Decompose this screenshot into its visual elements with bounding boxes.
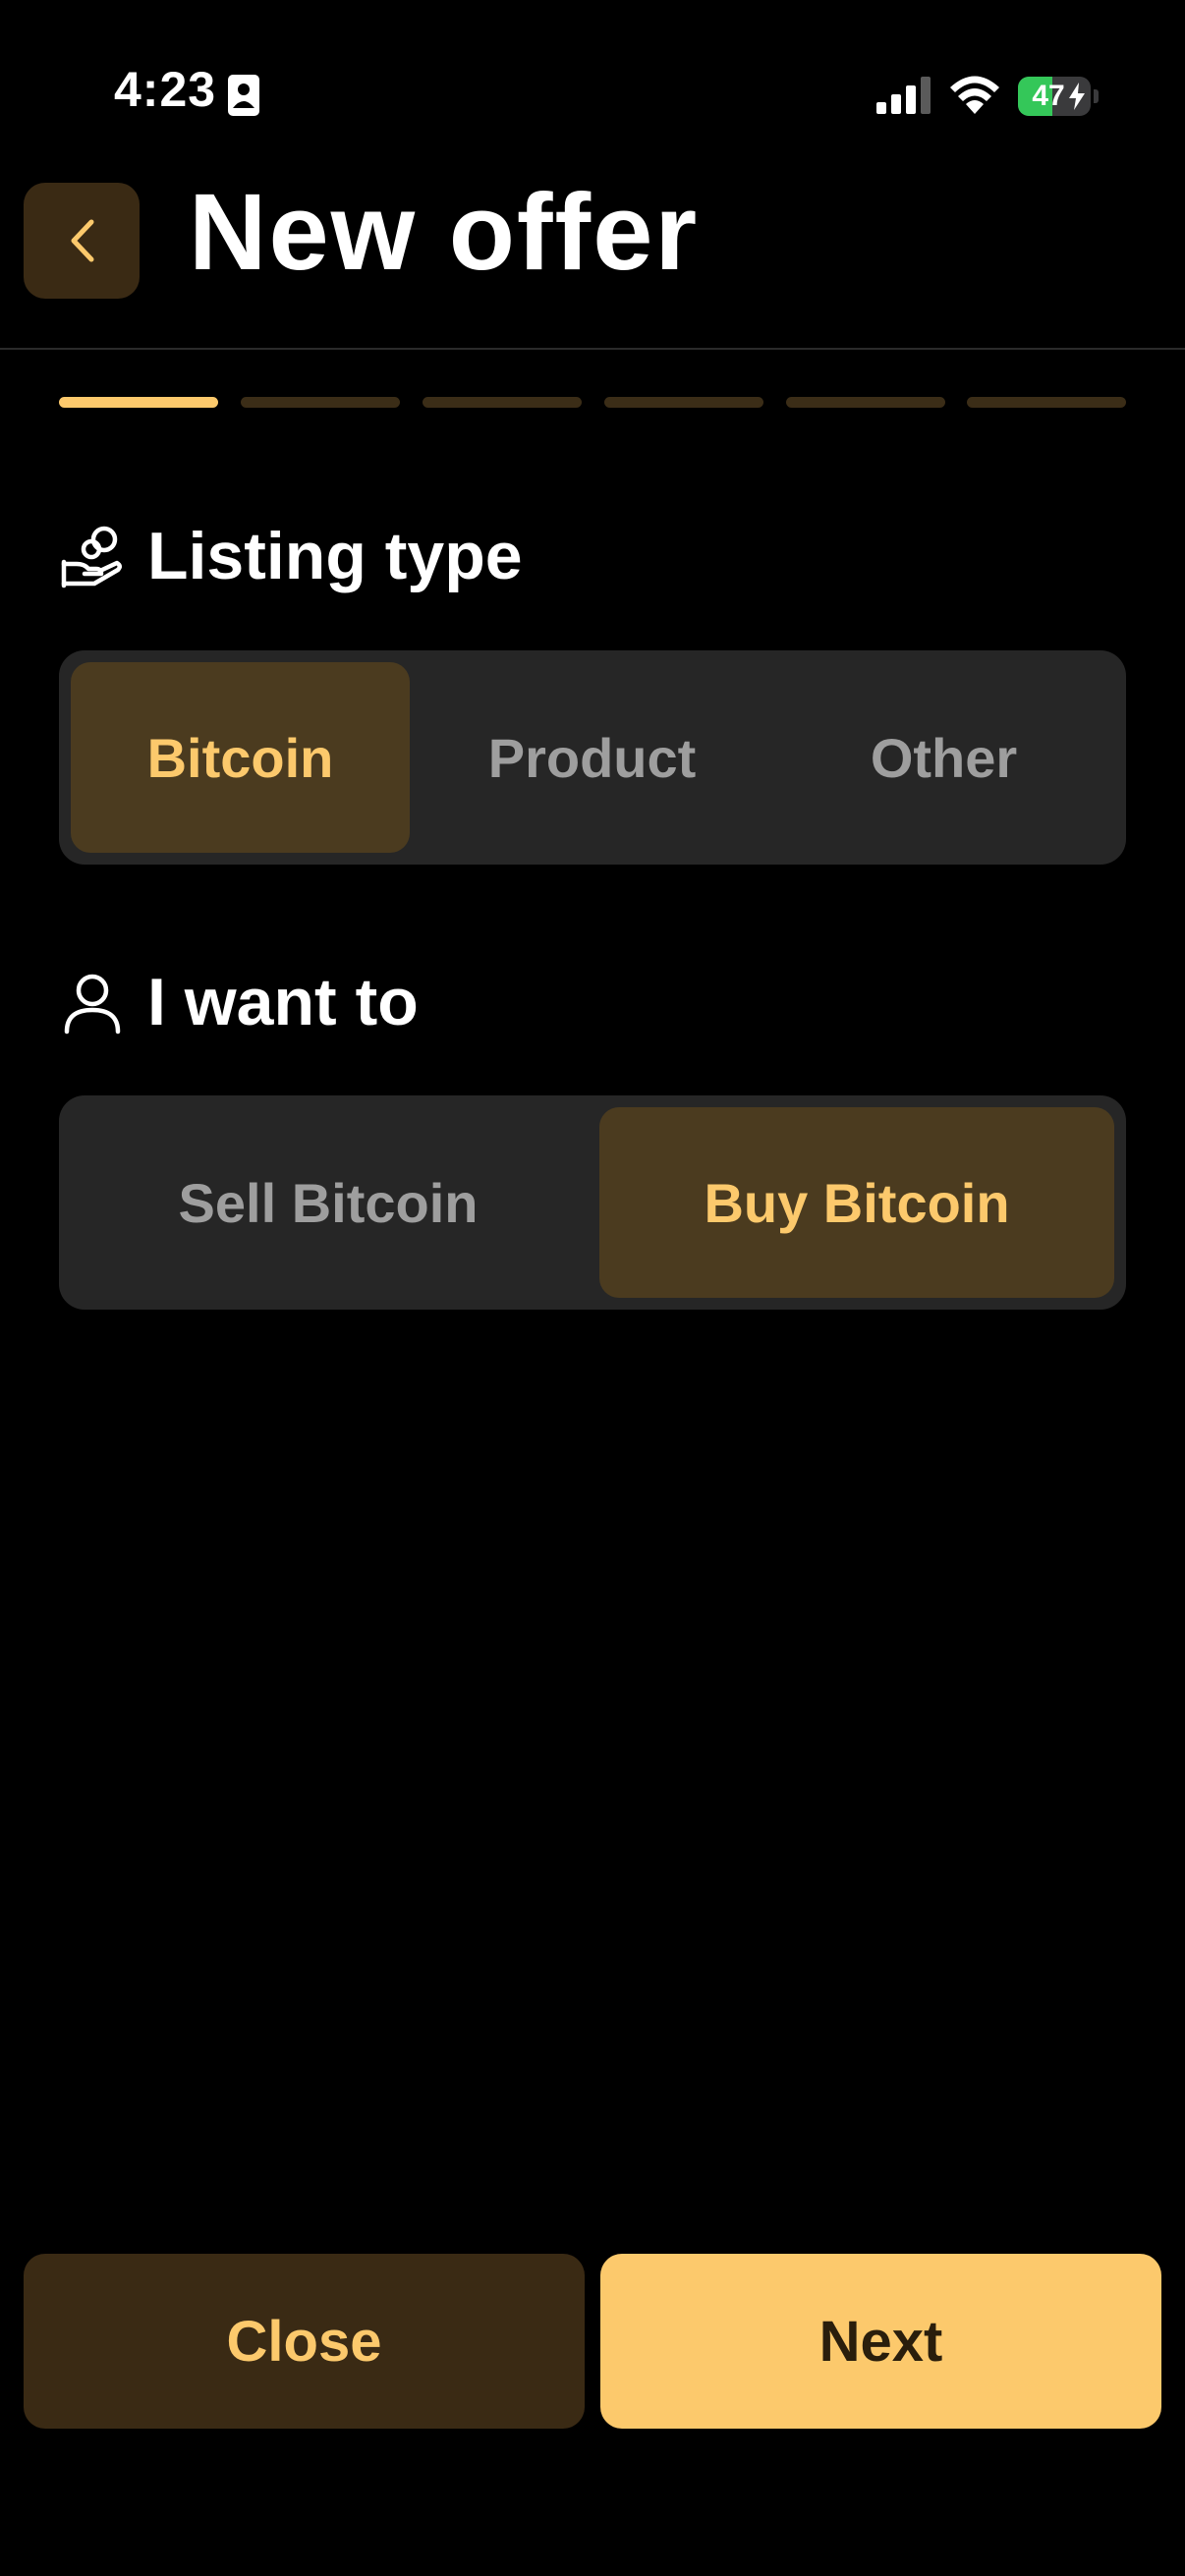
battery-cap: [1094, 89, 1099, 103]
id-card-icon: [228, 75, 259, 116]
progress-step-2: [241, 397, 400, 408]
hand-coins-icon: [61, 526, 122, 588]
intent-option-sell-bitcoin[interactable]: Sell Bitcoin: [71, 1107, 586, 1298]
next-button[interactable]: Next: [600, 2254, 1161, 2429]
step-progress: [59, 397, 1126, 409]
progress-step-3: [423, 397, 582, 408]
close-button[interactable]: Close: [24, 2254, 585, 2429]
intent-title: I want to: [147, 965, 419, 1039]
header-divider: [0, 348, 1185, 350]
battery-body: 47: [1018, 77, 1091, 116]
back-button[interactable]: [24, 183, 140, 299]
listing-type-option-bitcoin[interactable]: Bitcoin: [71, 662, 410, 853]
intent-header: I want to: [59, 963, 419, 1041]
user-icon: [64, 974, 121, 1035]
charging-bolt-icon: [1069, 83, 1085, 110]
listing-type-title: Listing type: [147, 519, 523, 593]
status-bar: 4:23 47: [0, 0, 1185, 187]
status-time: 4:23: [114, 62, 217, 117]
listing-type-option-other[interactable]: Other: [774, 662, 1113, 853]
progress-step-5: [786, 397, 945, 408]
cellular-signal-icon: [876, 77, 931, 114]
progress-step-4: [604, 397, 763, 408]
page-title: New offer: [189, 172, 700, 293]
wifi-icon: [950, 76, 999, 114]
battery-indicator: 47: [1018, 77, 1099, 116]
progress-step-1: [59, 397, 218, 408]
intent-selector: Sell Bitcoin Buy Bitcoin: [59, 1095, 1126, 1310]
progress-step-6: [967, 397, 1126, 408]
intent-option-buy-bitcoin[interactable]: Buy Bitcoin: [599, 1107, 1114, 1298]
listing-type-option-product[interactable]: Product: [423, 662, 762, 853]
chevron-left-icon: [71, 219, 94, 262]
listing-type-selector: Bitcoin Product Other: [59, 650, 1126, 865]
listing-type-header: Listing type: [59, 517, 523, 595]
